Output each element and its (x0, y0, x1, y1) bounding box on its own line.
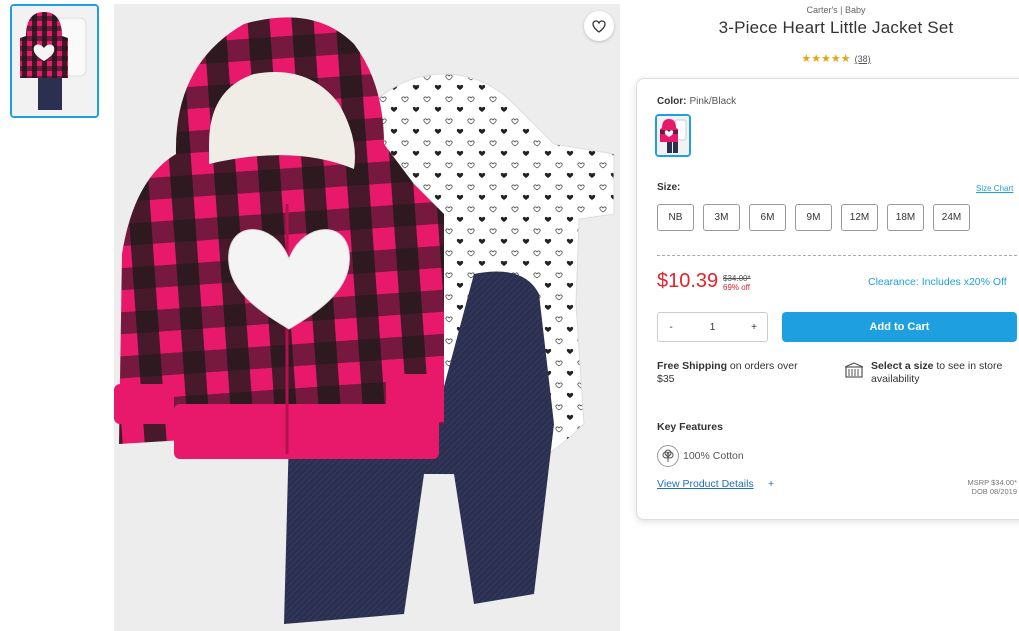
dob-date: DOB 08/2019 (971, 487, 1017, 496)
shipping-bold: Free Shipping (657, 360, 728, 372)
color-label: Color: (657, 96, 687, 107)
thumbnail-image (12, 6, 97, 116)
review-count[interactable]: (38) (855, 54, 871, 64)
clearance-note: Clearance: Includes x20% Off (868, 276, 1007, 288)
product-main-image (114, 4, 620, 631)
size-option-6m[interactable]: 6M (749, 204, 786, 231)
size-option-nb[interactable]: NB (657, 204, 694, 231)
size-option-9m[interactable]: 9M (795, 204, 832, 231)
quantity-value[interactable]: 1 (678, 322, 747, 333)
quantity-increase-button[interactable]: + (747, 322, 761, 333)
msrp-price: MSRP $34.00* (967, 478, 1017, 487)
rating-stars: ★★★★★ (801, 53, 851, 65)
percent-off: 69% off (723, 283, 750, 292)
color-value: Pink/Black (689, 96, 737, 107)
swatch-image (657, 116, 689, 155)
product-illustration (114, 4, 620, 631)
sale-price: $10.39 (657, 270, 719, 292)
divider (657, 255, 1017, 256)
expand-details-icon[interactable]: + (768, 478, 774, 490)
quantity-decrease-button[interactable]: - (664, 322, 678, 333)
favorite-button[interactable] (584, 11, 614, 41)
color-swatch-pink-black[interactable] (655, 114, 691, 157)
msrp-info: MSRP $34.00* DOB 08/2019 (968, 478, 1017, 496)
product-brand[interactable]: Carter's | Baby (636, 5, 1019, 15)
add-to-cart-button[interactable]: Add to Cart (782, 312, 1017, 342)
size-option-3m[interactable]: 3M (703, 204, 740, 231)
view-product-details-link[interactable]: View Product Details (657, 478, 754, 490)
size-option-12m[interactable]: 12M (841, 204, 878, 231)
key-features-title: Key Features (657, 421, 723, 433)
store-icon (845, 362, 863, 378)
original-price: $34.00* (723, 274, 751, 283)
size-options: NB 3M 6M 9M 12M 18M 24M (657, 204, 970, 231)
color-row: Color: Pink/Black (657, 96, 736, 107)
product-rating[interactable]: ★★★★★ (38) (636, 52, 1019, 65)
cotton-glyph (662, 449, 674, 462)
size-option-18m[interactable]: 18M (887, 204, 924, 231)
store-availability: Select a size to see in store availabili… (871, 360, 1019, 386)
shipping-info: Free Shipping on orders over $35 (657, 360, 817, 386)
heart-outline-icon (592, 19, 606, 33)
size-chart-link[interactable]: Size Chart (976, 184, 1013, 193)
cotton-icon (657, 445, 679, 467)
thumbnail-selected[interactable] (10, 4, 99, 118)
feature-cotton: 100% Cotton (683, 450, 744, 462)
purchase-card: Color: Pink/Black Size: Size Chart NB 3M … (636, 78, 1019, 520)
size-label: Size: (657, 182, 681, 193)
product-title: 3-Piece Heart Little Jacket Set (718, 18, 954, 37)
store-bold: Select a size (871, 360, 934, 372)
size-option-24m[interactable]: 24M (933, 204, 970, 231)
quantity-stepper: - 1 + (657, 312, 768, 342)
